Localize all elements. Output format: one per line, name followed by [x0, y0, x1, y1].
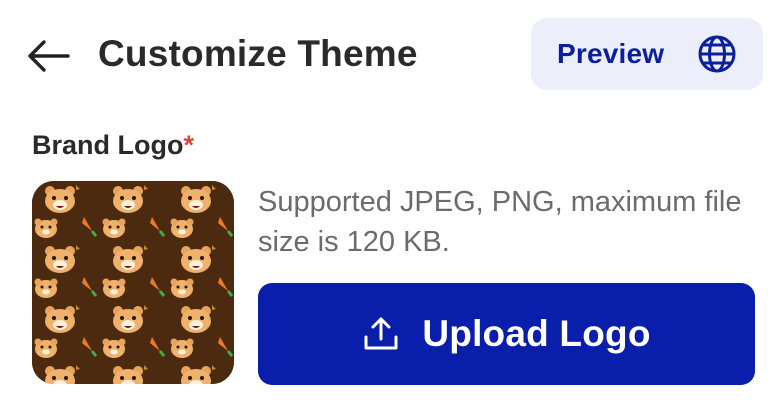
- header: Customize Theme Preview: [0, 0, 778, 110]
- upload-logo-button[interactable]: Upload Logo: [258, 283, 755, 385]
- logo-pattern-image: [32, 181, 234, 384]
- required-asterisk: *: [183, 130, 194, 160]
- brand-logo-thumbnail[interactable]: [32, 181, 234, 384]
- globe-icon: [698, 35, 736, 73]
- upload-hint-text: Supported JPEG, PNG, maximum file size i…: [258, 186, 742, 258]
- preview-button[interactable]: Preview: [531, 18, 763, 90]
- page-title: Customize Theme: [98, 33, 418, 74]
- upload-logo-label: Upload Logo: [422, 313, 651, 354]
- arrow-left-icon: [28, 40, 70, 72]
- brand-logo-label-text: Brand Logo: [32, 130, 184, 160]
- preview-button-label: Preview: [557, 38, 665, 69]
- back-button[interactable]: [22, 30, 74, 82]
- brand-logo-label: Brand Logo*: [32, 126, 194, 164]
- upload-icon: [362, 315, 400, 353]
